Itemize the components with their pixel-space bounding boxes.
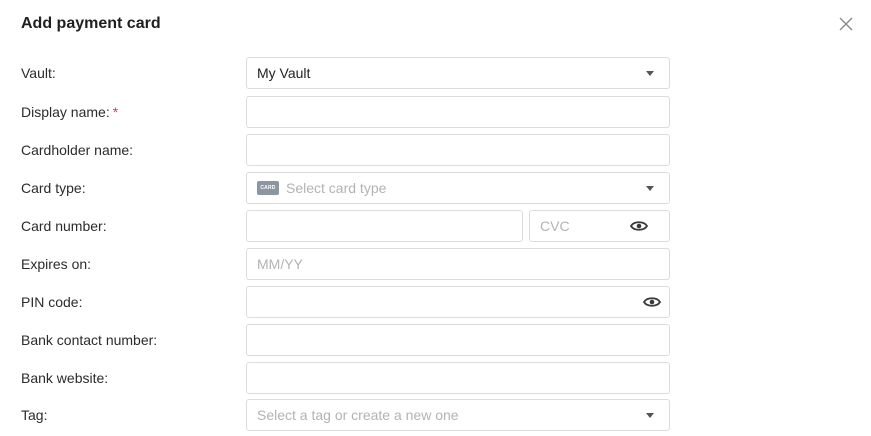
card-number-field — [246, 210, 523, 242]
card-type-select[interactable]: CARD Select card type — [246, 172, 670, 204]
expires-on-field — [246, 248, 670, 280]
close-icon — [839, 17, 853, 31]
cardholder-name-row: Cardholder name: — [0, 134, 871, 166]
chevron-down-icon — [646, 70, 654, 76]
pin-code-row: PIN code: — [0, 286, 871, 318]
expires-on-row: Expires on: — [0, 248, 871, 280]
tag-placeholder: Select a tag or create a new one — [257, 407, 459, 423]
display-name-label: Display name: * — [21, 96, 118, 128]
card-icon: CARD — [257, 181, 279, 195]
card-type-row: Card type: CARD Select card type — [0, 172, 871, 204]
pin-code-input[interactable] — [247, 287, 643, 317]
vault-label: Vault: — [21, 65, 56, 81]
vault-select[interactable]: My Vault — [246, 57, 670, 89]
dialog-title: Add payment card — [21, 15, 161, 32]
bank-website-input[interactable] — [247, 363, 669, 393]
card-type-label: Card type: — [21, 180, 86, 196]
tag-label: Tag: — [21, 407, 48, 423]
cvc-field — [529, 210, 670, 242]
pin-code-label: PIN code: — [21, 294, 83, 310]
pin-code-field — [246, 286, 670, 318]
bank-contact-number-row: Bank contact number: — [0, 324, 871, 356]
bank-contact-number-label: Bank contact number: — [21, 332, 158, 348]
tag-row: Tag: Select a tag or create a new one — [0, 399, 871, 431]
eye-icon[interactable] — [643, 296, 661, 308]
cvc-input[interactable] — [530, 211, 630, 241]
bank-website-field — [246, 362, 670, 394]
vault-row: Vault: My Vault — [0, 57, 871, 89]
bank-contact-number-input[interactable] — [247, 325, 669, 355]
display-name-input[interactable] — [247, 97, 669, 127]
vault-selected-value: My Vault — [257, 65, 311, 81]
cardholder-name-input[interactable] — [247, 135, 669, 165]
expires-on-label: Expires on: — [21, 256, 92, 272]
display-name-field — [246, 96, 670, 128]
cardholder-name-label: Cardholder name: — [21, 142, 134, 158]
display-name-row: Display name: * — [0, 96, 871, 128]
tag-select[interactable]: Select a tag or create a new one — [246, 399, 670, 431]
card-number-input[interactable] — [247, 211, 522, 241]
chevron-down-icon — [646, 412, 654, 418]
add-payment-card-dialog: Add payment card Vault: My Vault Display… — [0, 0, 871, 436]
card-number-row: Card number: — [0, 210, 871, 242]
expires-on-input[interactable] — [247, 249, 669, 279]
close-button[interactable] — [836, 14, 856, 34]
cardholder-name-field — [246, 134, 670, 166]
required-marker: * — [112, 104, 119, 120]
eye-icon[interactable] — [630, 220, 648, 232]
card-type-placeholder: Select card type — [286, 180, 387, 196]
display-name-label-text: Display name: — [21, 104, 110, 120]
bank-website-label: Bank website: — [21, 370, 109, 386]
bank-contact-number-field — [246, 324, 670, 356]
bank-website-row: Bank website: — [0, 362, 871, 394]
chevron-down-icon — [646, 185, 654, 191]
card-number-label: Card number: — [21, 218, 107, 234]
